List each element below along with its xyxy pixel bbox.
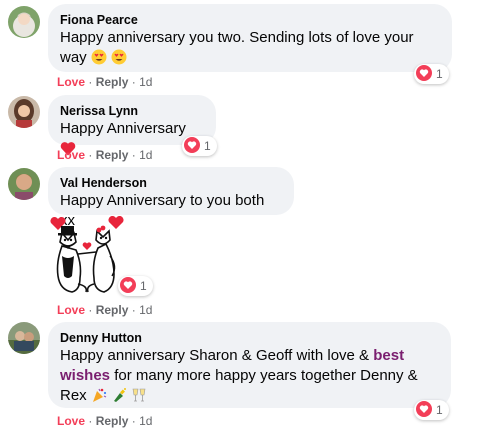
reply-button[interactable]: Reply	[96, 148, 129, 162]
timestamp[interactable]: 1d	[139, 148, 152, 162]
comment-bubble: Val Henderson Happy Anniversary to you b…	[48, 167, 294, 229]
reaction-count: 1	[140, 279, 147, 293]
comment-text-content: Rex	[60, 387, 87, 404]
timestamp[interactable]: 1d	[139, 414, 152, 428]
timestamp[interactable]: 1d	[139, 303, 152, 317]
comment-author[interactable]: Denny Hutton	[60, 330, 439, 346]
love-reaction-icon	[416, 64, 432, 84]
avatar[interactable]	[8, 322, 40, 354]
reaction-count-badge[interactable]: 1	[118, 276, 153, 296]
separator: ·	[88, 148, 93, 162]
love-button[interactable]: Love	[57, 75, 85, 89]
comment-bubble: Denny Hutton Happy anniversary Sharon & …	[48, 322, 451, 408]
comment-actions: Love · Reply · 1d	[57, 303, 152, 317]
party-popper-emoji	[91, 387, 107, 409]
heart-eyes-emoji	[111, 49, 127, 71]
love-button[interactable]: Love	[57, 148, 85, 162]
reply-button[interactable]: Reply	[96, 414, 129, 428]
reaction-count: 1	[436, 403, 443, 417]
bottle-popping-emoji	[111, 387, 127, 409]
avatar[interactable]	[8, 168, 40, 200]
separator: ·	[131, 75, 136, 89]
separator: ·	[131, 148, 136, 162]
heart-eyes-emoji	[91, 49, 107, 71]
love-reaction-icon	[184, 136, 200, 156]
love-reaction-icon	[120, 276, 136, 296]
comment-author[interactable]: Val Henderson	[60, 175, 282, 191]
reaction-count-badge[interactable]: 1	[182, 136, 217, 156]
love-reaction-icon	[416, 400, 432, 420]
reaction-count: 1	[204, 139, 211, 153]
timestamp[interactable]: 1d	[139, 75, 152, 89]
comment-actions: Love · Reply · 1d	[57, 148, 152, 162]
comment-actions: Love · Reply · 1d	[57, 414, 152, 428]
best-wishes-highlight[interactable]: best	[373, 347, 404, 364]
reaction-count-badge[interactable]: 1	[414, 64, 449, 84]
clinking-glasses-emoji	[131, 387, 147, 409]
separator: ·	[131, 414, 136, 428]
reply-button[interactable]: Reply	[96, 75, 129, 89]
comment-text-content: for many more happy years together Denny…	[114, 367, 418, 384]
separator: ·	[88, 414, 93, 428]
reaction-count: 1	[436, 67, 443, 81]
comment-text: Happy anniversary Sharon & Geoff with lo…	[60, 346, 439, 409]
comment-author[interactable]: Fiona Pearce	[60, 12, 440, 28]
comment-text: Happy anniversary you two. Sending lots …	[60, 28, 440, 71]
love-button[interactable]: Love	[57, 414, 85, 428]
reply-button[interactable]: Reply	[96, 303, 129, 317]
separator: ·	[88, 75, 93, 89]
love-button[interactable]: Love	[57, 303, 85, 317]
comment-text-content: Happy anniversary Sharon & Geoff with lo…	[60, 347, 370, 364]
avatar[interactable]	[8, 96, 40, 128]
comment-text-content: Happy Anniversary	[60, 120, 186, 137]
separator: ·	[88, 303, 93, 317]
reaction-count-badge[interactable]: 1	[414, 400, 449, 420]
best-wishes-highlight[interactable]: wishes	[60, 367, 110, 384]
comment-author[interactable]: Nerissa Lynn	[60, 103, 204, 119]
avatar[interactable]	[8, 6, 40, 38]
separator: ·	[131, 303, 136, 317]
comment-bubble: Fiona Pearce Happy anniversary you two. …	[48, 4, 452, 72]
comment-actions: Love · Reply · 1d	[57, 75, 152, 89]
